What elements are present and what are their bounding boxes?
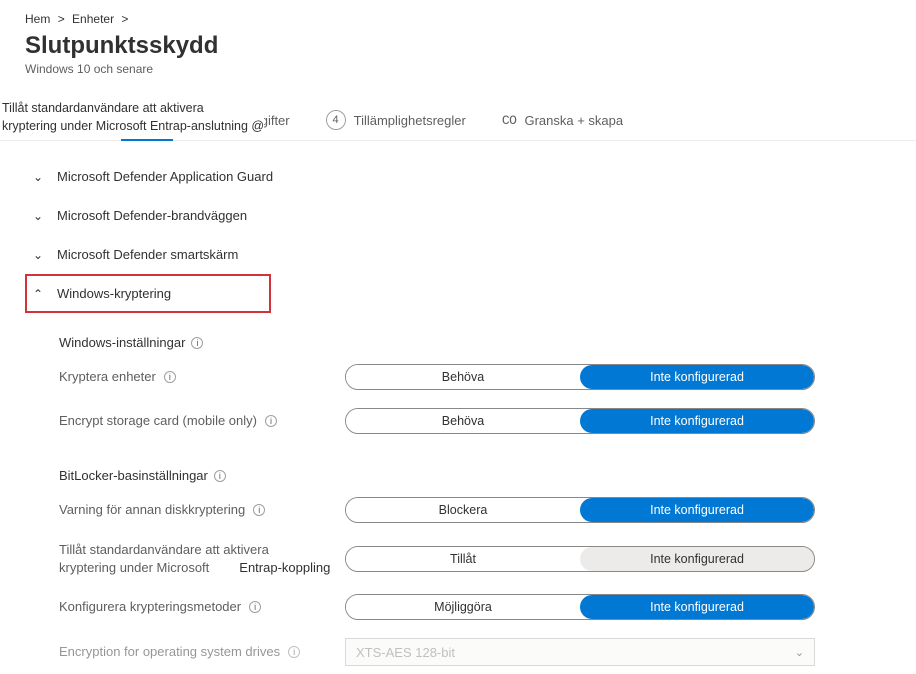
toggle-allow-standard-users[interactable]: Tillåt Inte konfigurerad [345,546,815,572]
label-allow-standard-users: Tillåt standardanvändare att aktivera kr… [59,541,345,576]
step-applicability-rules[interactable]: 4 Tillämplighetsregler [326,110,466,140]
toggle-option-allow[interactable]: Tillåt [346,547,580,571]
toggle-encrypt-devices[interactable]: Behöva Inte konfigurerad [345,364,815,390]
toggle-option-require[interactable]: Behöva [346,409,580,433]
toggle-option-not-configured[interactable]: Inte konfigurerad [580,595,814,619]
toggle-encrypt-storage-card[interactable]: Behöva Inte konfigurerad [345,408,815,434]
info-icon[interactable]: i [191,337,203,349]
step-review-create[interactable]: CO Granska + skapa [502,113,623,138]
toggle-option-enable[interactable]: Möjliggöra [346,595,580,619]
chevron-down-icon: ⌄ [33,248,45,262]
toggle-option-require[interactable]: Behöva [346,365,580,389]
breadcrumb-devices[interactable]: Enheter [72,12,114,26]
breadcrumb: Hem > Enheter > [25,12,891,26]
chevron-up-icon: ⌃ [33,287,45,301]
section-windows-encryption[interactable]: ⌃ Windows-kryptering [25,274,271,313]
chevron-down-icon: ⌄ [33,170,45,184]
windows-settings-heading: Windows-inställningar i [59,335,891,350]
toggle-option-block[interactable]: Blockera [346,498,580,522]
info-icon[interactable]: i [288,646,300,658]
step-5-circle: CO [502,113,517,128]
windows-encryption-body: Windows-inställningar i Kryptera enheter… [25,313,891,670]
info-icon[interactable]: i [265,415,277,427]
info-icon[interactable]: i [253,504,265,516]
toggle-option-not-configured[interactable]: Inte konfigurerad [580,498,814,522]
info-icon[interactable]: i [249,601,261,613]
toggle-configure-encryption-methods[interactable]: Möjliggöra Inte konfigurerad [345,594,815,620]
toggle-option-not-configured[interactable]: Inte konfigurerad [580,409,814,433]
label-encrypt-devices: Kryptera enheter i [59,368,345,386]
label-configure-encryption-methods: Konfigurera krypteringsmetoder i [59,598,345,616]
select-value: XTS-AES 128-bit [356,645,455,660]
page-subtitle: Windows 10 och senare [25,62,891,76]
info-icon[interactable]: i [214,470,226,482]
label-os-drive-encryption: Encryption for operating system drives i [59,643,345,661]
section-defender-app-guard[interactable]: ⌄ Microsoft Defender Application Guard [25,157,891,196]
select-os-drive-encryption[interactable]: XTS-AES 128-bit ⌄ [345,638,815,666]
overlay-note: Tillåt standardanvändare att aktivera kr… [2,100,264,135]
toggle-warn-other-encryption[interactable]: Blockera Inte konfigurerad [345,497,815,523]
breadcrumb-home[interactable]: Hem [25,12,50,26]
section-defender-smartscreen[interactable]: ⌄ Microsoft Defender smartskärm [25,235,891,274]
section-defender-firewall[interactable]: ⌄ Microsoft Defender-brandväggen [25,196,891,235]
chevron-down-icon: ⌄ [33,209,45,223]
page-title: Slutpunktsskydd [25,32,891,60]
info-icon[interactable]: i [164,371,176,383]
label-encrypt-storage-card: Encrypt storage card (mobile only) i [59,412,345,430]
bitlocker-base-heading: BitLocker-basinställningar i [59,468,891,483]
step-4-circle: 4 [326,110,346,130]
toggle-option-not-configured[interactable]: Inte konfigurerad [580,547,814,571]
chevron-down-icon: ⌄ [795,646,804,659]
label-warn-other-encryption: Varning för annan diskkryptering i [59,501,345,519]
toggle-option-not-configured[interactable]: Inte konfigurerad [580,365,814,389]
